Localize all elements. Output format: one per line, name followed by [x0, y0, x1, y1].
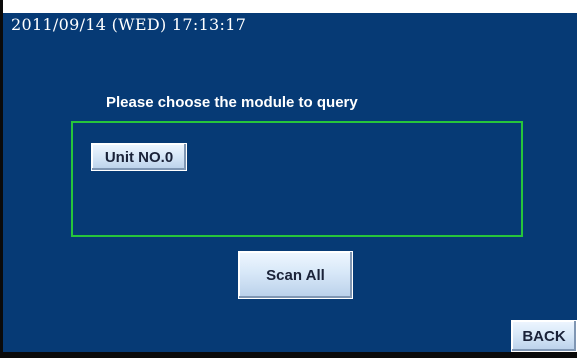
datetime-display: 2011/09/14 (WED) 17:13:17: [11, 15, 247, 34]
back-button[interactable]: BACK: [511, 320, 577, 352]
module-button-unit-0[interactable]: Unit NO.0: [91, 143, 187, 171]
hmi-screen: 2011/09/14 (WED) 17:13:17 Please choose …: [3, 13, 577, 352]
scan-all-button[interactable]: Scan All: [238, 251, 353, 299]
monitor-bezel-bottom: [0, 352, 577, 358]
module-query-prompt: Please choose the module to query: [106, 94, 358, 111]
module-list-box: Unit NO.0: [71, 121, 523, 237]
monitor-bezel-top: [0, 0, 577, 13]
